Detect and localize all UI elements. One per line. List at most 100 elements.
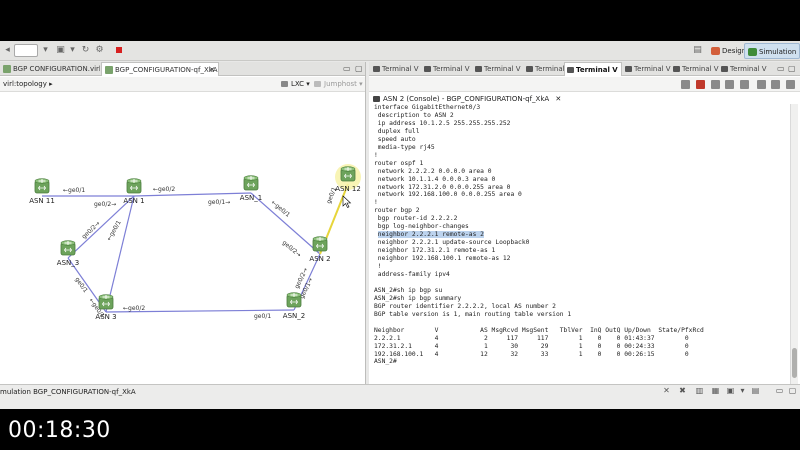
new-console-icon[interactable]: ▤ [751,386,760,395]
topology-file-icon [105,66,113,74]
maximize-icon[interactable]: ▢ [788,63,796,75]
terminal-line: ASN_2#sh ip bgp su [374,286,443,294]
router-label: ASN 11 [29,197,55,205]
terminal-icon [373,66,380,72]
tab-terminal-6[interactable]: Terminal V [623,62,674,76]
pin-icon[interactable]: ▥ [695,386,704,395]
copy-icon[interactable] [740,80,749,89]
terminal-line: description to ASN 2 [374,111,454,119]
maximize-icon[interactable]: ▢ [788,386,797,395]
terminal-line: router ospf 1 [374,159,424,167]
router-asn2[interactable] [312,236,328,252]
terminal-view: Terminal V Terminal V Terminal V Termina… [369,62,800,396]
back-icon[interactable]: ◂ [2,45,13,56]
tab-terminal-active[interactable]: Terminal V [564,62,622,76]
terminal-line: network 2.2.2.2 0.0.0.0 area 0 [374,167,492,175]
tab-bgp-configuration-simulation[interactable]: BGP_CONFIGURATION-qf_XkA ✕ [101,62,219,76]
topology-editor: BGP CONFIGURATION.virl BGP_CONFIGURATION… [0,62,366,396]
scroll-lock-icon[interactable] [711,80,720,89]
terminal-tabbar: Terminal V Terminal V Terminal V Termina… [369,62,800,76]
simulation-icon [748,48,757,56]
topology-label: virl:topology ▸ [3,80,53,88]
design-perspective-button[interactable]: Design [708,43,749,59]
settings-icon[interactable] [771,80,780,89]
settings-icon[interactable]: ⚙ [94,45,105,56]
menu-icon[interactable] [786,80,795,89]
terminal-line: ip address 10.1.2.5 255.255.255.252 [374,119,511,127]
terminal-line: ASN_2# [374,358,397,366]
terminal-line: ! [374,151,378,159]
maximize-icon[interactable]: ▢ [355,63,363,75]
lxc-button[interactable]: LXC ▾ [281,78,310,90]
refresh-icon[interactable]: ↻ [80,45,91,56]
terminal-icon [424,66,431,72]
router-asn_1[interactable] [243,175,259,191]
interface-label: ←ge0/1 [270,199,292,219]
scrollbar-thumb[interactable] [792,348,797,378]
terminal-line: 192.168.100.1 4 12 32 33 1 0 0 00:26:15 … [374,350,689,358]
terminal-selected-line: neighbor 2.2.2.1 remote-as 2 [377,231,484,239]
terminal-icon [625,66,632,72]
link-asn1-asn3[interactable] [105,195,135,313]
minimize-icon[interactable]: ▭ [343,63,351,75]
console-icon[interactable]: ▣ [726,386,735,395]
paste-icon[interactable] [757,80,766,89]
terminal-line: ! [374,263,382,271]
router-asn11[interactable] [34,178,50,194]
terminal-line: duplex full [374,127,420,135]
toolbar-combo[interactable] [14,44,38,57]
close-console-icon[interactable]: ✕ [555,95,561,103]
screen: ◂ ▾ ▣ ▾ ↻ ⚙ ▤ Design Simulation BGP CONF… [0,0,800,450]
open-perspective-icon[interactable]: ▤ [692,45,703,56]
router-label: ASN_2 [283,312,305,320]
router-asn_2[interactable] [286,292,302,308]
interface-label: ←ge0/1 [106,219,123,242]
close-icon[interactable]: ✕ [662,386,671,395]
tab-bgp-configuration-virl[interactable]: BGP CONFIGURATION.virl [0,62,100,76]
terminal-line: media-type rj45 [374,143,435,151]
terminal-output[interactable]: interface GigabitEthernet0/3 description… [374,104,788,387]
save-icon[interactable]: ▣ [55,45,66,56]
topology-bar: virl:topology ▸ LXC ▾ Jumphost ▾ [0,77,365,92]
clear-console-icon[interactable] [725,80,734,89]
terminal-lines-top: interface GigabitEthernet0/3 description… [374,104,788,231]
interface-label: ge0/1 [254,313,271,320]
topology-canvas[interactable]: ←ge0/1 ←ge0/2 ge0/1→ ←ge0/1 ge0/1 ge0/2→… [0,93,366,396]
minimize-icon[interactable]: ▭ [775,386,784,395]
video-timer: 00:18:30 [8,418,111,443]
simulation-perspective-button[interactable]: Simulation [744,43,800,59]
link-asn1-asn_1[interactable] [133,192,252,197]
terminal-line: BGP table version is 1, main routing tab… [374,310,572,318]
virl-application-window: ◂ ▾ ▣ ▾ ↻ ⚙ ▤ Design Simulation BGP CONF… [0,41,800,409]
router-label: ASN 2 [309,255,330,263]
router-asn3[interactable] [98,294,114,310]
tab-terminal-1[interactable]: Terminal V [371,62,422,76]
simulation-panel-title: mulation BGP_CONFIGURATION-qf_XkA [0,388,136,396]
display-console-icon[interactable]: ▦ [711,386,720,395]
jumphost-button[interactable]: Jumphost ▾ [314,78,363,90]
dropdown-icon[interactable]: ▾ [40,45,51,56]
close-tab-icon[interactable]: ✕ [209,63,215,76]
terminal-line: address-family ipv4 [374,271,450,279]
terminal-icon [567,67,574,73]
dropdown-icon-2[interactable]: ▾ [67,45,78,56]
tab-terminal-8[interactable]: Terminal V [719,62,770,76]
minimize-icon[interactable]: ▭ [777,63,785,75]
tab-terminal-7[interactable]: Terminal V [671,62,722,76]
editor-tabbar: BGP CONFIGURATION.virl BGP_CONFIGURATION… [0,62,365,76]
terminal-scrollbar[interactable] [790,104,798,388]
router-asn1[interactable] [126,178,142,194]
dropdown-icon[interactable]: ▾ [738,386,747,395]
tab-terminal-2[interactable]: Terminal V [422,62,473,76]
terminal-line: neighbor 2.2.2.1 update-source Loopback0 [374,239,530,247]
remove-all-icon[interactable]: ✖ [678,386,687,395]
terminal-line: bgp log-neighbor-changes [374,223,469,231]
stop-simulation-button[interactable] [116,47,122,53]
terminal-line: network 172.31.2.0 0.0.0.255 area 0 [374,183,511,191]
router-label: ASN_3 [57,259,79,267]
terminate-icon[interactable] [696,80,705,89]
disconnect-icon[interactable] [681,80,690,89]
design-icon [711,47,720,55]
tab-terminal-3[interactable]: Terminal V [473,62,524,76]
router-asn_3[interactable] [60,240,76,256]
